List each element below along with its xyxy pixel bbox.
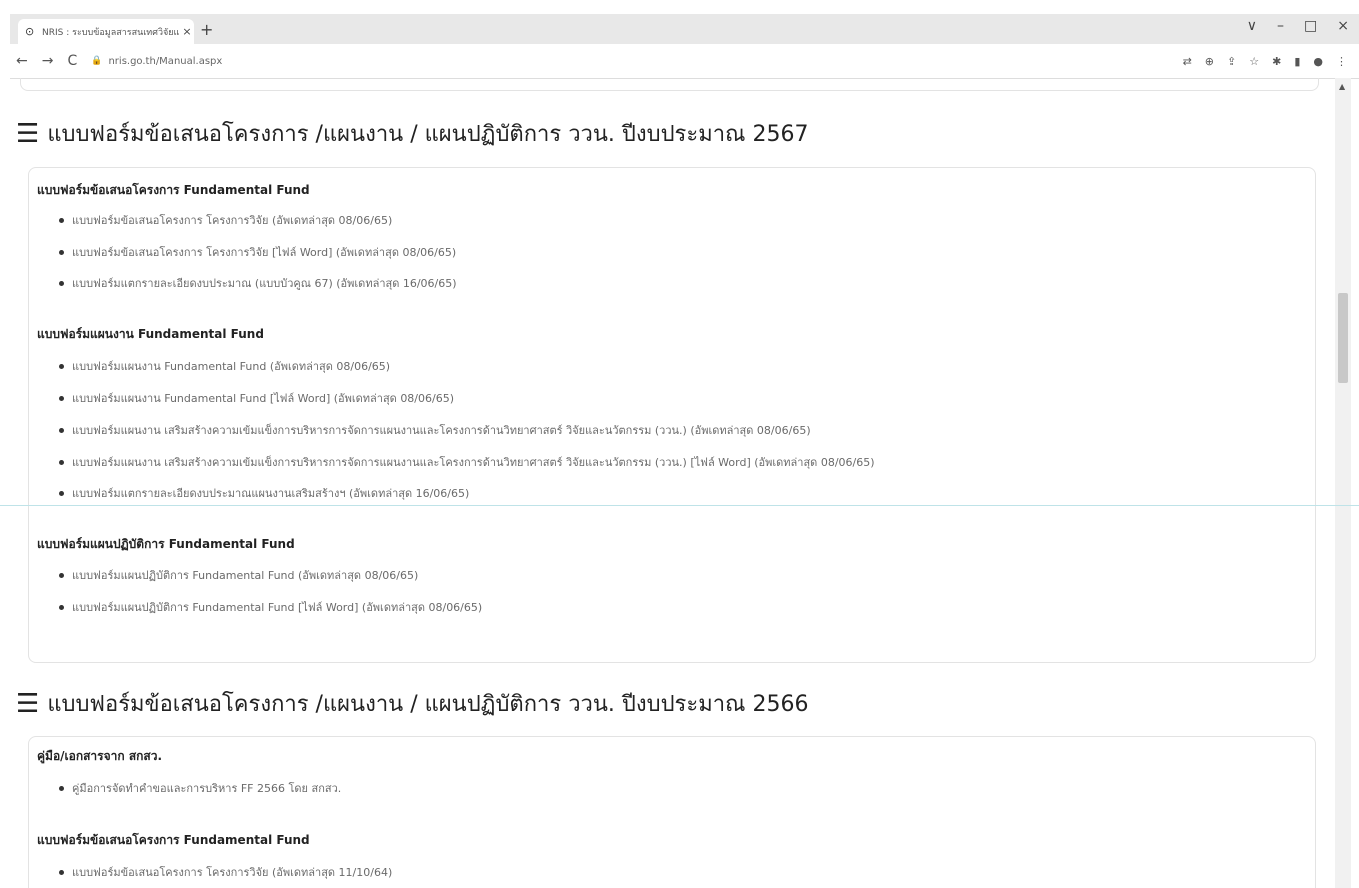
extensions-icon[interactable]: ✱ [1272, 55, 1281, 68]
forward-button[interactable]: → [42, 53, 54, 69]
tab-close-button[interactable]: × [180, 25, 194, 38]
bullet-icon [59, 459, 64, 465]
bullet-icon [59, 249, 64, 255]
list-item[interactable]: แบบฟอร์มแผนงาน เสริมสร้างความเข้มแข็งการ… [59, 421, 811, 439]
side-panel-icon[interactable]: ▮ [1294, 55, 1300, 68]
group-heading: คู่มือ/เอกสารจาก สกสว. [37, 749, 163, 763]
browser-tab[interactable]: ⊙ NRIS : ระบบข้อมูลสารสนเทศวิจัยและ... × [18, 19, 194, 44]
bullet-icon [59, 217, 64, 223]
forms-card-2566: คู่มือ/เอกสารจาก สกสว. คู่มือการจัดทำคำข… [28, 736, 1316, 888]
share-icon[interactable]: ⇪ [1227, 55, 1236, 68]
form-link[interactable]: แบบฟอร์มแตกรายละเอียดงบประมาณ (แบบบัวคูณ… [72, 274, 457, 292]
group-heading: แบบฟอร์มแผนงาน Fundamental Fund [37, 327, 264, 341]
tab-title: NRIS : ระบบข้อมูลสารสนเทศวิจัยและ... [42, 27, 180, 38]
bullet-icon [59, 280, 64, 286]
list-item[interactable]: แบบฟอร์มข้อเสนอโครงการ โครงการวิจัย (อัพ… [59, 211, 392, 229]
section-title-2567: ☰ แบบฟอร์มข้อเสนอโครงการ /แผนงาน / แผนปฏ… [16, 116, 808, 151]
page-content: ☰ แบบฟอร์มข้อเสนอโครงการ /แผนงาน / แผนปฏ… [10, 78, 1335, 888]
bullet-icon [59, 869, 64, 875]
section-title-text: แบบฟอร์มข้อเสนอโครงการ /แผนงาน / แผนปฏิบ… [47, 692, 809, 717]
list-item[interactable]: แบบฟอร์มแผนงาน Fundamental Fund [ไฟล์ Wo… [59, 389, 454, 407]
url-text[interactable]: nris.go.th/Manual.aspx [108, 56, 222, 67]
scrollbar-thumb[interactable] [1338, 293, 1348, 383]
list-item[interactable]: แบบฟอร์มแตกรายละเอียดงบประมาณแผนงานเสริม… [59, 484, 469, 502]
scan-line [0, 505, 1359, 506]
form-link[interactable]: แบบฟอร์มแผนงาน Fundamental Fund [ไฟล์ Wo… [72, 389, 454, 407]
group-heading: แบบฟอร์มแผนปฏิบัติการ Fundamental Fund [37, 537, 295, 551]
form-link[interactable]: แบบฟอร์มข้อเสนอโครงการ โครงการวิจัย (อัพ… [72, 211, 392, 229]
form-link[interactable]: แบบฟอร์มแผนงาน Fundamental Fund (อัพเดทล… [72, 357, 390, 375]
browser-window: ⊙ NRIS : ระบบข้อมูลสารสนเทศวิจัยและ... ×… [0, 0, 1359, 888]
form-link[interactable]: แบบฟอร์มข้อเสนอโครงการ โครงการวิจัย (อัพ… [72, 863, 392, 881]
section-title-text: แบบฟอร์มข้อเสนอโครงการ /แผนงาน / แผนปฏิบ… [47, 122, 809, 147]
previous-card-edge [20, 78, 1319, 91]
reload-button[interactable]: C [67, 53, 77, 69]
bookmark-star-icon[interactable]: ☆ [1249, 55, 1259, 68]
maximize-button[interactable]: □ [1304, 18, 1317, 34]
form-link[interactable]: แบบฟอร์มแผนปฏิบัติการ Fundamental Fund [… [72, 598, 482, 616]
close-window-button[interactable]: × [1337, 18, 1349, 34]
translate-icon[interactable]: ⇄ [1183, 55, 1192, 68]
hamburger-icon: ☰ [16, 688, 40, 719]
list-item[interactable]: แบบฟอร์มข้อเสนอโครงการ โครงการวิจัย (อัพ… [59, 863, 392, 881]
more-menu-icon[interactable]: ⋮ [1336, 55, 1347, 68]
form-link[interactable]: แบบฟอร์มแผนงาน เสริมสร้างความเข้มแข็งการ… [72, 421, 811, 439]
form-link[interactable]: แบบฟอร์มแตกรายละเอียดงบประมาณแผนงานเสริม… [72, 484, 469, 502]
list-item[interactable]: แบบฟอร์มแผนปฏิบัติการ Fundamental Fund [… [59, 598, 482, 616]
bullet-icon [59, 490, 64, 496]
forms-card-2567: แบบฟอร์มข้อเสนอโครงการ Fundamental Fund … [28, 167, 1316, 663]
form-link[interactable]: แบบฟอร์มแผนงาน เสริมสร้างความเข้มแข็งการ… [72, 453, 875, 471]
list-item[interactable]: แบบฟอร์มแผนปฏิบัติการ Fundamental Fund (… [59, 566, 418, 584]
bullet-icon [59, 427, 64, 433]
vertical-scrollbar[interactable]: ▲ [1335, 78, 1351, 888]
bullet-icon [59, 572, 64, 578]
address-bar[interactable]: 🔒 nris.go.th/Manual.aspx [91, 50, 1182, 72]
list-item[interactable]: คู่มือการจัดทำคำขอและการบริหาร FF 2566 โ… [59, 779, 341, 797]
bullet-icon [59, 785, 64, 791]
form-link[interactable]: แบบฟอร์มข้อเสนอโครงการ โครงการวิจัย [ไฟล… [72, 243, 456, 261]
scroll-up-icon[interactable]: ▲ [1339, 82, 1345, 91]
browser-toolbar: ← → C 🔒 nris.go.th/Manual.aspx ⇄ ⊕ ⇪ ☆ ✱… [10, 44, 1359, 79]
form-link[interactable]: แบบฟอร์มแผนปฏิบัติการ Fundamental Fund (… [72, 566, 418, 584]
tab-strip: ⊙ NRIS : ระบบข้อมูลสารสนเทศวิจัยและ... ×… [10, 14, 1359, 44]
bullet-icon [59, 604, 64, 610]
tab-search-button[interactable]: ∨ [1247, 18, 1257, 34]
list-item[interactable]: แบบฟอร์มข้อเสนอโครงการ โครงการวิจัย [ไฟล… [59, 243, 456, 261]
bullet-icon [59, 363, 64, 369]
group-heading: แบบฟอร์มข้อเสนอโครงการ Fundamental Fund [37, 183, 310, 197]
bullet-icon [59, 395, 64, 401]
minimize-button[interactable]: – [1277, 18, 1284, 34]
section-title-2566: ☰ แบบฟอร์มข้อเสนอโครงการ /แผนงาน / แผนปฏ… [16, 686, 808, 721]
hamburger-icon: ☰ [16, 118, 40, 149]
zoom-icon[interactable]: ⊕ [1205, 55, 1214, 68]
back-button[interactable]: ← [16, 53, 28, 69]
list-item[interactable]: แบบฟอร์มแตกรายละเอียดงบประมาณ (แบบบัวคูณ… [59, 274, 457, 292]
list-item[interactable]: แบบฟอร์มแผนงาน Fundamental Fund (อัพเดทล… [59, 357, 390, 375]
window-controls: ∨ – □ × [1247, 18, 1349, 34]
globe-icon: ⊙ [25, 24, 35, 38]
lock-icon[interactable]: 🔒 [91, 56, 102, 66]
profile-icon[interactable]: ● [1313, 55, 1323, 68]
group-heading: แบบฟอร์มข้อเสนอโครงการ Fundamental Fund [37, 833, 310, 847]
new-tab-button[interactable]: + [200, 20, 213, 39]
list-item[interactable]: แบบฟอร์มแผนงาน เสริมสร้างความเข้มแข็งการ… [59, 453, 875, 471]
form-link[interactable]: คู่มือการจัดทำคำขอและการบริหาร FF 2566 โ… [72, 779, 341, 797]
